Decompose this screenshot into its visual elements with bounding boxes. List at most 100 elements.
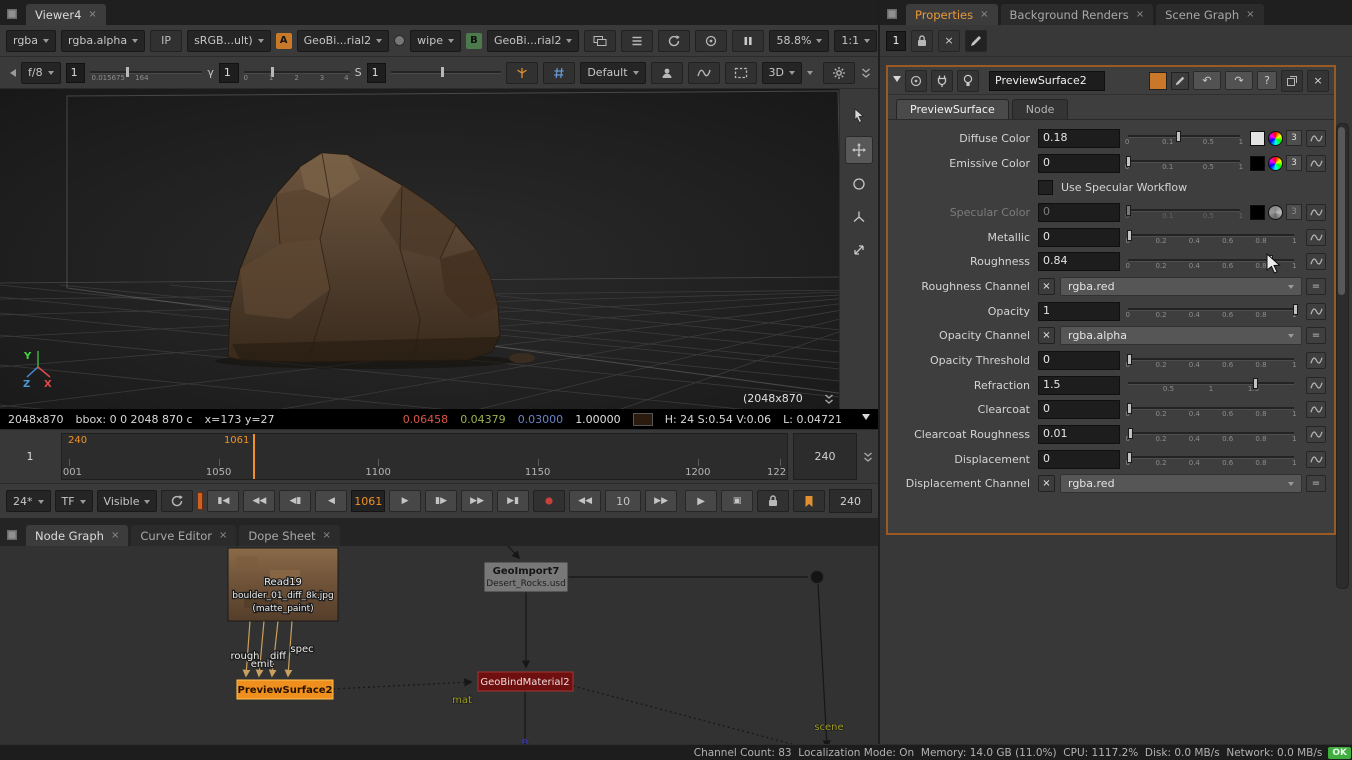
panel-grip-icon[interactable] (4, 527, 20, 543)
prev-keyframe-button[interactable]: ◀◀ (243, 490, 275, 512)
viewer-process-dropdown[interactable]: Default (580, 62, 645, 84)
current-frame-field[interactable]: 1061 (351, 490, 385, 512)
slider-handle[interactable] (1127, 354, 1132, 365)
play-forward-button[interactable]: ▶ (389, 490, 421, 512)
animation-curve-button[interactable] (1306, 426, 1326, 443)
input-process-button[interactable]: IP (150, 30, 182, 52)
axis-tool-icon[interactable] (846, 204, 872, 230)
timeline-track[interactable]: 240 1061 100110501100115012001228 (61, 433, 788, 480)
close-icon[interactable]: × (980, 9, 988, 20)
clearcoat-roughness-input[interactable]: 0.01 (1038, 425, 1120, 444)
opacity-threshold-input[interactable]: 0 (1038, 351, 1120, 370)
view-mode-dropdown[interactable]: 3D (762, 62, 802, 84)
clear-displacement-channel-button[interactable]: × (1038, 475, 1055, 492)
animation-curve-button[interactable] (1306, 352, 1326, 369)
node-previewsurface2[interactable]: PreviewSurface2 (237, 680, 333, 699)
undo-button[interactable]: ↶ (1193, 71, 1221, 90)
channel-dropdown[interactable]: rgba.alpha (61, 30, 145, 52)
slider-handle[interactable] (1126, 205, 1131, 216)
playhead[interactable] (253, 434, 255, 479)
clear-opacity-channel-button[interactable]: × (1038, 327, 1055, 344)
panel-grip-icon[interactable] (884, 6, 900, 22)
slider-handle[interactable] (441, 67, 444, 77)
use-specular-workflow-checkbox[interactable] (1038, 180, 1053, 195)
animation-curve-button[interactable] (1306, 253, 1326, 270)
clearcoat-roughness-slider[interactable]: 00.20.40.60.81 (1126, 426, 1296, 444)
jump-back-button[interactable]: ◀◀ (569, 490, 601, 512)
wire-into-geoimport[interactable] (508, 546, 519, 558)
refresh-icon[interactable] (658, 30, 690, 52)
tab-dope-sheet[interactable]: Dope Sheet× (239, 525, 340, 546)
close-icon[interactable]: × (219, 530, 227, 541)
viewport-3d[interactable]: Y Z X (2048x870 (0, 89, 839, 409)
next-keyframe-button[interactable]: ▶▶ (461, 490, 493, 512)
close-icon[interactable]: × (323, 530, 331, 541)
roughness-channel-dropdown[interactable]: rgba.red (1060, 277, 1302, 296)
scale-tool-icon[interactable] (846, 237, 872, 263)
edit-icon[interactable] (965, 30, 987, 52)
clear-roughness-channel-button[interactable]: × (1038, 278, 1055, 295)
slider-handle[interactable] (1293, 304, 1298, 315)
rotate-tool-icon[interactable] (846, 171, 872, 197)
animation-curve-button[interactable] (1306, 401, 1326, 418)
wire-dashed-express[interactable] (573, 686, 822, 752)
node-graph-canvas[interactable]: Read19 boulder_01_diff_8k.jpg (matte_pai… (0, 546, 878, 760)
layer-menu-button[interactable]: = (1306, 327, 1326, 344)
opacity-slider[interactable]: 00.20.40.60.81 (1126, 302, 1296, 320)
curve-icon[interactable] (688, 62, 720, 84)
refraction-input[interactable]: 1.5 (1038, 376, 1120, 395)
target-icon[interactable] (695, 30, 727, 52)
translate-tool-icon[interactable] (845, 136, 873, 164)
opacity-channel-dropdown[interactable]: rgba.alpha (1060, 326, 1302, 345)
proxy-dropdown[interactable]: 1:1 (834, 30, 877, 52)
roi-icon[interactable] (725, 62, 757, 84)
panel-grip-icon[interactable] (4, 6, 20, 22)
redo-button[interactable]: ↷ (1225, 71, 1253, 90)
clearcoat-slider[interactable]: 00.20.40.60.81 (1126, 401, 1296, 419)
tab-curve-editor[interactable]: Curve Editor× (131, 525, 236, 546)
wire-read-rough[interactable] (246, 621, 250, 676)
zoom-dropdown[interactable]: 58.8% (769, 30, 829, 52)
wipe-dropdown[interactable]: wipe (410, 30, 461, 52)
opacity-input[interactable]: 1 (1038, 302, 1120, 321)
float-panel-icon[interactable] (1281, 70, 1303, 92)
node-input-icon[interactable] (931, 70, 953, 92)
range-lock-icon[interactable] (197, 492, 203, 510)
opacity-threshold-slider[interactable]: 00.20.40.60.81 (1126, 352, 1296, 370)
animation-curve-button[interactable] (1306, 303, 1326, 320)
flipbook-record-icon[interactable] (533, 490, 565, 512)
guides-icon[interactable] (543, 62, 575, 84)
lock-range-icon[interactable] (757, 490, 789, 512)
jump-forward-button[interactable]: ▶▶ (645, 490, 677, 512)
specular-color-slider[interactable]: 00.10.51 (1126, 203, 1242, 221)
layer-menu-button[interactable]: = (1306, 475, 1326, 492)
displacement-channel-dropdown[interactable]: rgba.red (1060, 474, 1302, 493)
close-panel-icon[interactable]: × (1307, 70, 1329, 92)
node-geoimport7[interactable]: GeoImport7 Desert_Rocks.usd (484, 562, 568, 592)
animation-curve-button[interactable] (1306, 204, 1326, 221)
clearcoat-input[interactable]: 0 (1038, 400, 1120, 419)
close-icon[interactable]: × (88, 9, 96, 20)
list-icon[interactable] (621, 30, 653, 52)
panel-stack-count[interactable]: 1 (886, 31, 906, 51)
emissive-color-input[interactable]: 0 (1038, 154, 1120, 173)
gain-input[interactable]: 1 (66, 63, 86, 83)
step-back-button[interactable]: ◀▮ (279, 490, 311, 512)
color-wheel-icon[interactable] (1268, 131, 1283, 146)
saturation-input[interactable]: 1 (367, 63, 387, 83)
refraction-slider[interactable]: 0.511.5 (1126, 376, 1296, 394)
mask-icon[interactable] (651, 62, 683, 84)
multivalue-button[interactable]: 3 (1286, 130, 1302, 146)
color-swatch[interactable] (1250, 131, 1265, 146)
frame-increment-field[interactable]: 10 (605, 490, 641, 512)
panel-menu-chevrons-icon[interactable] (860, 67, 872, 79)
input-a-badge[interactable]: A (276, 33, 292, 49)
close-icon[interactable]: × (1136, 9, 1144, 20)
color-swatch[interactable] (1250, 205, 1265, 220)
layer-menu-button[interactable]: = (1306, 278, 1326, 295)
background-render-button[interactable]: ▶ (685, 490, 717, 512)
swap-ab-icon[interactable] (394, 35, 405, 46)
close-icon[interactable]: × (1246, 9, 1254, 20)
tab-node-graph[interactable]: Node Graph× (26, 525, 128, 546)
node-color-chip[interactable] (1149, 72, 1167, 90)
